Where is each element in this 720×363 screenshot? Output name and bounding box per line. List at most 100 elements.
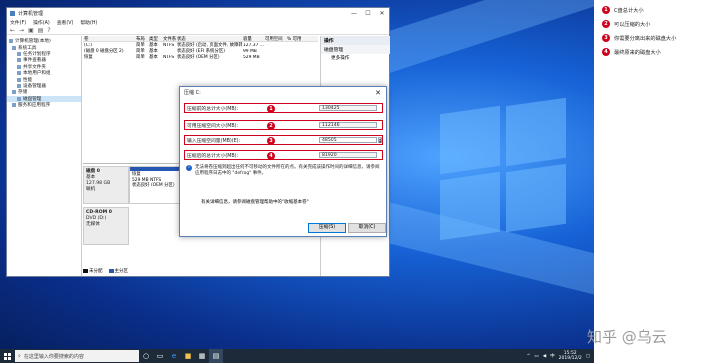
dialog-title: 压缩 C: [184,90,201,96]
folder-icon [17,64,21,69]
minimize-button[interactable]: — [347,10,361,17]
shrink-amount-spinner[interactable]: ▲ ▼ [378,137,382,143]
volume-icon[interactable]: ◀ [543,354,546,359]
app-icon [10,10,15,16]
edge-icon[interactable]: e [167,349,181,363]
row-label: 压缩前的总计大小(MB): [187,106,239,112]
partition-recovery[interactable]: 恢复 529 MB NTFS 状态良好 (OEM 分区) [130,167,180,203]
note-item: 3 你需要分离出来的磁盘大小 [602,34,676,42]
windows-logo-pane [506,97,566,167]
task-view-icon[interactable]: ○ [139,349,153,363]
menu-help[interactable]: 帮助(H) [80,19,97,26]
chevron-up-icon[interactable]: ^ [527,354,531,359]
windows-logo-pane [440,105,500,175]
actions-title: 操作 [321,36,390,45]
note-item: 1 C盘总计大小 [602,6,644,14]
note-text: C盘总计大小 [614,7,644,14]
shrink-button[interactable]: 压缩(S) [308,223,346,233]
info-message: i 无法将卷压缩到超出任何不可移动的文件所在的点。有关完成该操作时间的详细信息，… [186,165,382,177]
disk-status: 联机 [86,187,96,192]
info-text: 无法将卷压缩到超出任何不可移动的文件所在的点。有关完成该操作时间的详细信息，请参… [195,165,380,176]
table-row[interactable]: 恢复 简单 基本 NTFS 状态良好 (OEM 分区) 529 MB [83,54,318,61]
forward-icon[interactable]: → [19,27,24,34]
storage-icon [12,90,16,95]
note-badge: 4 [602,48,610,56]
users-icon [17,71,21,76]
up-icon[interactable]: ▣ [28,27,34,34]
legend: 未分配 主分区 [83,268,128,274]
help-hint[interactable]: 有关详细信息，请参阅磁盘管理帮助中的"收缩基本卷" [201,199,309,205]
menu-action[interactable]: 操作(A) [33,19,50,26]
taskbar: ⌕ 在这里输入你要搜索的内容 ○ ▭ e ■ ▦ ▤ ^ ▭ ◀ 中 15:52… [0,349,594,363]
total-size-row: 压缩前的总计大小(MB): 1 130425 [184,103,383,113]
cancel-button[interactable]: 取消(C) [348,223,386,233]
dialog-close-button[interactable]: ✕ [370,89,386,97]
note-badge: 2 [602,20,610,28]
more-actions-link[interactable]: 更多操作 [321,54,390,62]
note-text: 可以压缩的大小 [614,21,651,28]
annotation-panel: 1 C盘总计大小 2 可以压缩的大小 3 你需要分离出来的磁盘大小 4 最终原来… [594,0,720,363]
start-button[interactable] [0,349,14,363]
window-title: 计算机管理 [18,10,44,17]
tree-item-services[interactable]: 服务和应用程序 [7,102,81,108]
shrink-amount-row: 输入压缩空间量(MB)(E): 3 48505 ▲ ▼ [184,135,383,145]
close-button[interactable]: ✕ [375,10,389,17]
dialog-titlebar[interactable]: 压缩 C: ✕ [180,87,386,98]
size-after-field: 81920 [319,152,377,158]
column-header[interactable]: 布局 [135,36,148,42]
shrink-amount-input[interactable]: 48505 [319,137,377,143]
file-explorer-icon[interactable]: ■ [181,349,195,363]
window-titlebar[interactable]: 计算机管理 — ☐ ✕ [7,8,389,18]
help-icon[interactable]: ? [47,27,50,34]
shrink-dialog: 压缩 C: ✕ 压缩前的总计大小(MB): 1 130425 可用压缩空间大小(… [179,86,387,237]
windows-logo-pane [506,163,566,233]
disk-info[interactable]: 磁盘 0 基本 127.98 GB 联机 [83,166,129,204]
annotation-badge: 2 [267,122,275,130]
column-header[interactable]: % 可用 [286,36,306,42]
search-box[interactable]: ⌕ 在这里输入你要搜索的内容 [15,350,139,362]
computer-icon [9,39,13,44]
search-placeholder: 在这里输入你要搜索的内容 [23,353,84,360]
column-header[interactable]: 容量 [242,36,264,42]
note-item: 2 可以压缩的大小 [602,20,650,28]
notification-icon[interactable]: ▢ [586,354,590,359]
system-tray: ^ ▭ ◀ 中 15:52 2019/12/2 ▢ [527,351,594,362]
event-icon [17,58,21,63]
computer-management-taskbar-icon[interactable]: ▤ [209,349,223,363]
column-header[interactable]: 文件系统 [162,36,176,42]
row-label: 可用压缩空间大小(MB): [187,123,239,129]
clock-date: 2019/12/2 [558,356,582,361]
disk-info[interactable]: CD-ROM 0 DVD (D:) 无媒体 [83,207,129,245]
windows-icon [3,352,11,360]
actions-section[interactable]: 磁盘管理 [321,45,390,54]
maximize-button[interactable]: ☐ [361,10,375,17]
note-item: 4 最终原来的磁盘大小 [602,48,661,56]
store-icon[interactable]: ▦ [195,349,209,363]
note-text: 最终原来的磁盘大小 [614,49,661,56]
menu-file[interactable]: 文件(F) [10,19,26,26]
ime-icon[interactable]: 中 [550,353,555,359]
clock[interactable]: 15:52 2019/12/2 [559,351,582,362]
row-label: 压缩后的总计大小(MB): [187,153,239,159]
task-view-button-icon[interactable]: ▭ [153,349,167,363]
watermark: 知乎 @乌云 [587,328,667,346]
tools-icon [12,45,16,50]
disk-icon [17,96,21,101]
menu-view[interactable]: 查看(V) [57,19,74,26]
performance-icon [17,77,21,82]
services-icon [12,103,16,108]
total-size-field: 130425 [319,105,377,111]
network-icon[interactable]: ▭ [534,354,538,359]
column-header[interactable]: 状态 [176,36,242,42]
column-header[interactable]: 卷 [83,36,135,42]
annotation-badge: 1 [267,105,275,113]
toolbar: ← → ▣ ▤ ? [7,26,389,35]
disk-status: 无媒体 [86,222,100,227]
back-icon[interactable]: ← [10,27,15,34]
properties-icon[interactable]: ▤ [38,27,44,34]
column-header[interactable]: 可用空间 [264,36,286,42]
windows-logo-pane [440,171,500,241]
column-header[interactable]: 类型 [148,36,162,42]
annotation-badge: 4 [267,152,275,160]
legend-unallocated: 未分配 [83,268,103,274]
